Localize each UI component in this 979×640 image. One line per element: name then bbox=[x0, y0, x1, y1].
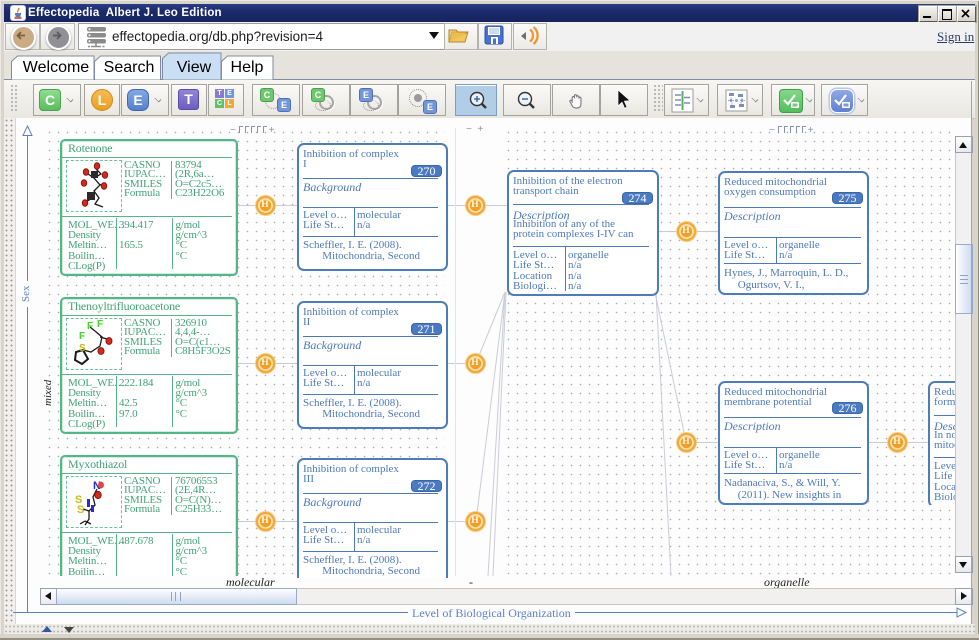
svg-text:Search: Search bbox=[104, 59, 155, 76]
svg-text:Help: Help bbox=[231, 59, 264, 76]
svg-text:View: View bbox=[177, 59, 212, 76]
svg-text:Welcome: Welcome bbox=[23, 59, 89, 76]
svg-text:S: S bbox=[77, 504, 84, 516]
svg-text:F: F bbox=[97, 319, 103, 330]
svg-text:S: S bbox=[79, 343, 86, 354]
svg-text:F: F bbox=[87, 321, 93, 332]
svg-text:F: F bbox=[79, 331, 85, 342]
